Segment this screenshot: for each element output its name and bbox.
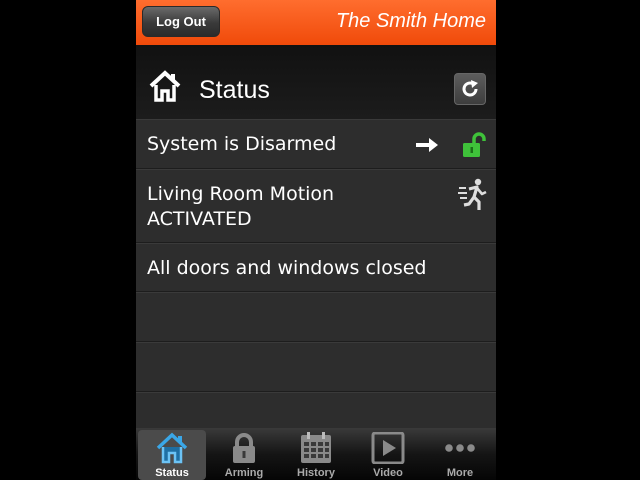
tab-more[interactable]: More [426,430,494,480]
play-icon [371,432,405,464]
house-icon [156,432,188,464]
house-icon [149,70,181,102]
unlocked-padlock-icon [463,132,486,157]
tab-label: Status [155,467,189,479]
tab-label: Video [373,467,403,479]
tab-label: More [446,467,474,479]
tab-label: History [297,467,335,479]
system-status-row[interactable]: System is Disarmed [136,119,496,169]
page-header: Status [136,45,496,119]
motion-status-row[interactable]: Living Room Motion ACTIVATED [136,169,496,243]
page-title: Status [199,76,270,104]
doors-windows-text: All doors and windows closed [147,257,427,279]
empty-row [136,342,496,392]
motion-state: ACTIVATED [147,208,252,230]
tab-label: Arming [224,467,264,479]
motion-sensor-name: Living Room Motion [147,183,335,205]
logout-button[interactable]: Log Out [142,6,220,37]
ellipsis-icon [445,444,475,452]
empty-row [136,392,496,428]
calendar-icon [301,432,331,463]
refresh-icon [462,80,478,97]
home-name: The Smith Home [335,10,486,32]
padlock-icon [233,433,255,463]
tab-arming[interactable]: Arming [210,430,278,480]
tab-status[interactable]: Status [138,430,206,480]
app-screen: Log Out The Smith Home Status System is … [136,0,496,480]
refresh-button[interactable] [454,73,486,105]
arrow-right-icon [416,138,438,152]
tab-history[interactable]: History [282,430,350,480]
system-status-text: System is Disarmed [147,133,337,155]
running-person-icon [458,178,487,210]
top-bar: Log Out The Smith Home [136,0,496,45]
tab-video[interactable]: Video [354,430,422,480]
doors-windows-row: All doors and windows closed [136,243,496,292]
empty-row [136,292,496,342]
tab-bar: Status Arming History Video More [136,428,496,480]
